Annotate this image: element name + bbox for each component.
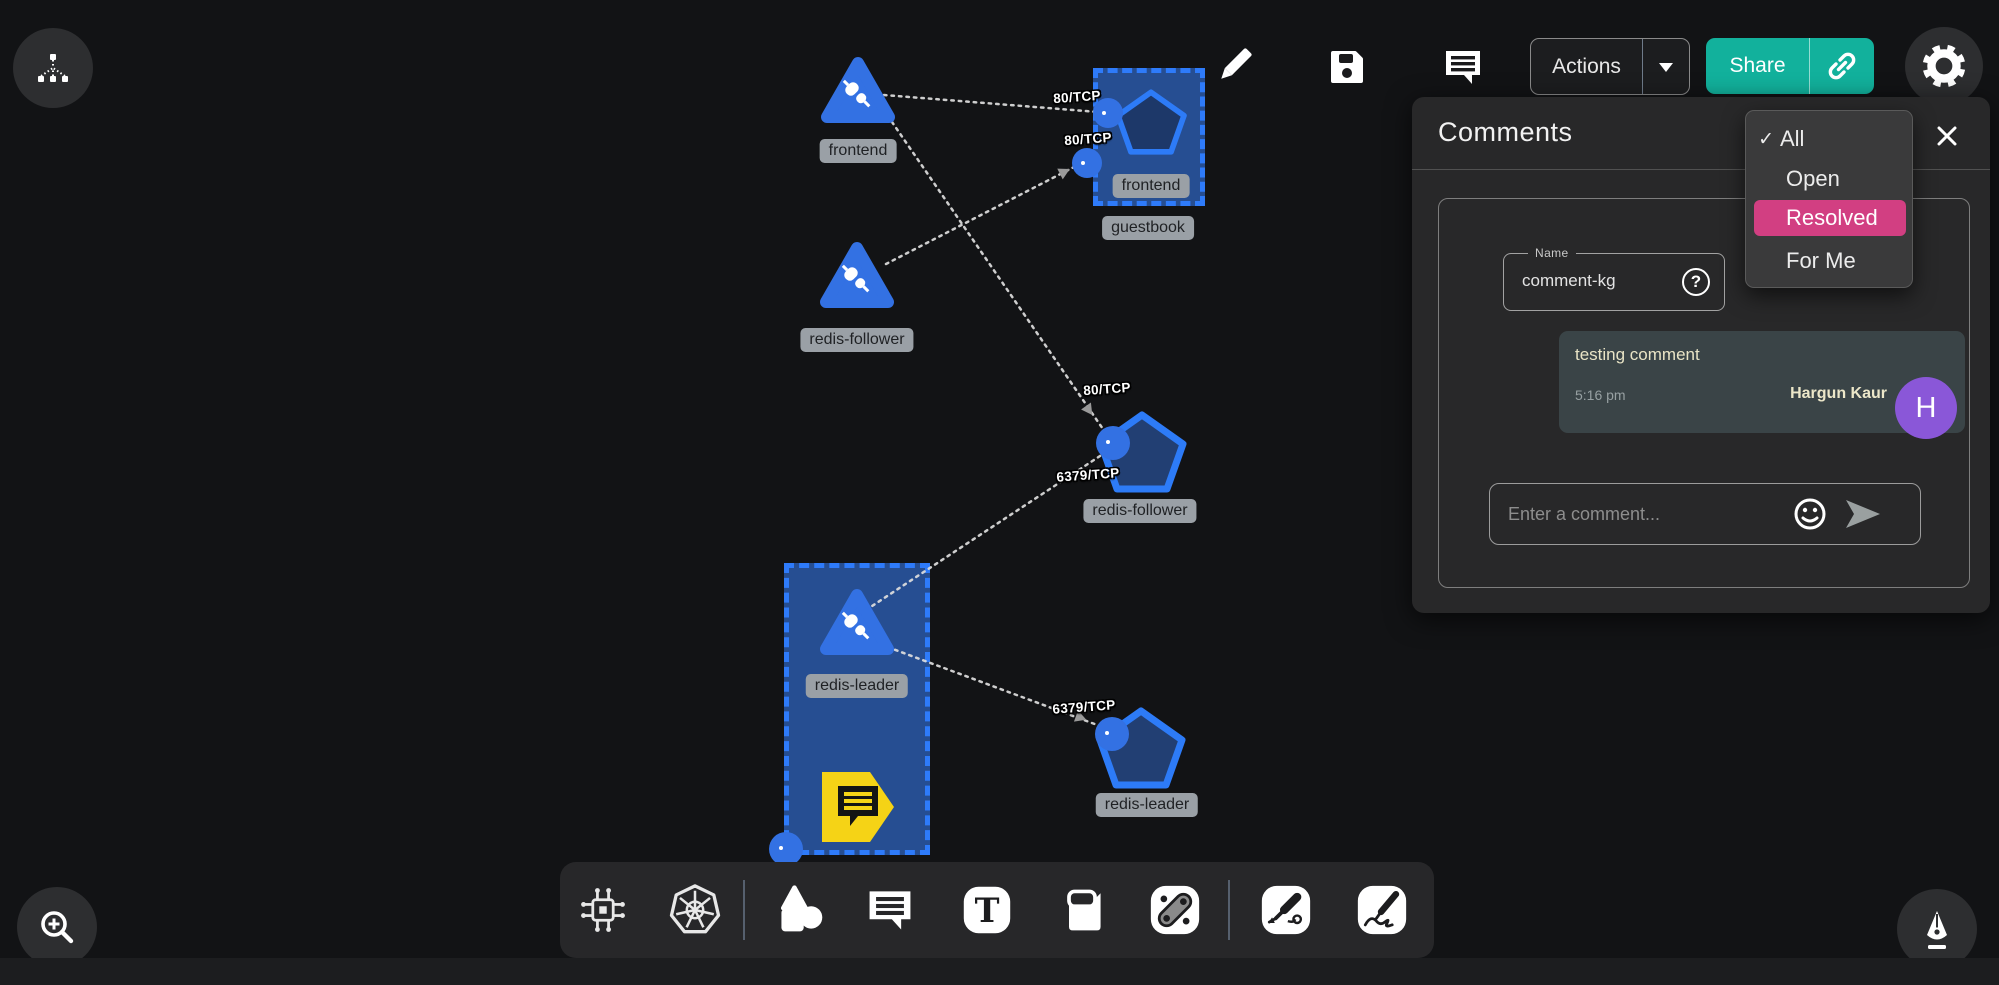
edit-button[interactable] <box>1212 44 1256 93</box>
panel-title: Comments <box>1438 117 1573 148</box>
tool-text[interactable]: T <box>959 882 1015 938</box>
check-icon: ✓ <box>1746 128 1780 151</box>
node-label: frontend <box>1113 174 1190 198</box>
name-field-label: Name <box>1528 246 1576 260</box>
sticky-note-icon <box>1056 884 1108 936</box>
comment-timestamp: 5:16 pm <box>1575 387 1626 403</box>
svg-text:T: T <box>975 891 1000 930</box>
layout-tree-button[interactable] <box>13 28 93 108</box>
comment-input[interactable] <box>1490 484 1810 544</box>
port-circle[interactable] <box>1072 148 1102 178</box>
gear-icon <box>1921 43 1967 89</box>
pen-nib-icon <box>1915 907 1959 951</box>
avatar: H <box>1895 377 1957 439</box>
menu-item-for-me[interactable]: For Me <box>1746 241 1912 281</box>
comment-marker[interactable] <box>820 768 896 851</box>
comment-icon <box>1441 45 1485 89</box>
chain-link-icon <box>1149 884 1201 936</box>
service-triangle-icon <box>819 55 897 127</box>
comment-name-field[interactable]: Name comment-kg ? <box>1503 253 1725 311</box>
kubernetes-icon <box>668 883 722 937</box>
name-field-value: comment-kg <box>1522 271 1616 291</box>
tool-kubernetes[interactable] <box>667 882 723 938</box>
chevron-down-icon <box>1658 61 1674 73</box>
pencil-icon <box>1212 44 1256 88</box>
service-triangle-icon <box>818 587 896 659</box>
zoom-button[interactable] <box>17 887 97 967</box>
node-label: redis-follower <box>1083 499 1196 523</box>
node-label: redis-follower <box>800 328 913 352</box>
help-icon[interactable]: ? <box>1682 268 1710 296</box>
menu-item-label: All <box>1780 126 1804 152</box>
share-button-label: Share <box>1706 54 1809 78</box>
tool-infrastructure[interactable] <box>575 882 631 938</box>
emoji-button[interactable] <box>1792 496 1828 537</box>
comment-tool-icon <box>864 884 916 936</box>
text-tool-icon: T <box>961 884 1013 936</box>
deployment-node-frontend[interactable] <box>1114 87 1188 162</box>
port-circle[interactable] <box>769 832 803 866</box>
tool-connector[interactable] <box>1147 882 1203 938</box>
settings-button[interactable] <box>1905 27 1983 105</box>
comment-author: Hargun Kaur <box>1790 385 1887 403</box>
close-icon <box>1935 124 1959 148</box>
service-node-frontend[interactable] <box>819 55 897 132</box>
deployment-pentagon-icon <box>1114 87 1188 157</box>
link-icon <box>1827 51 1857 81</box>
port-label: 80/TCP <box>1083 380 1132 398</box>
menu-item-label: For Me <box>1746 248 1856 274</box>
actions-button-label: Actions <box>1531 55 1642 79</box>
node-label: frontend <box>820 139 897 163</box>
service-triangle-icon <box>818 240 896 312</box>
service-node-redis-leader[interactable] <box>818 587 896 664</box>
menu-item-label: Resolved <box>1754 205 1878 231</box>
circuit-chip-icon <box>577 884 629 936</box>
toolbar-divider <box>743 880 745 940</box>
tool-pen-arrow[interactable] <box>1258 882 1314 938</box>
service-node-redis-follower[interactable] <box>818 240 896 317</box>
comment-text: testing comment <box>1575 345 1700 365</box>
zoom-in-icon <box>36 906 78 948</box>
copy-link-button[interactable] <box>1810 51 1874 81</box>
menu-item-open[interactable]: Open <box>1746 159 1912 199</box>
send-icon <box>1844 498 1882 530</box>
draw-mode-button[interactable] <box>1897 889 1977 969</box>
node-label: redis-leader <box>1096 793 1198 817</box>
comment-flag-icon <box>820 768 896 846</box>
port-circle[interactable] <box>1096 426 1130 460</box>
comment-input-container <box>1489 483 1921 545</box>
shapes-icon <box>774 884 826 936</box>
actions-caret-button[interactable] <box>1643 61 1689 73</box>
menu-item-resolved[interactable]: Resolved <box>1754 200 1906 236</box>
bottom-band <box>0 958 1999 985</box>
close-panel-button[interactable] <box>1932 121 1962 151</box>
comment-item[interactable]: testing comment 5:16 pm Hargun Kaur H <box>1559 331 1965 433</box>
tool-pencil-draw[interactable] <box>1354 882 1410 938</box>
shape-toolbar: T <box>560 862 1434 958</box>
tool-shapes[interactable] <box>772 882 828 938</box>
actions-button[interactable]: Actions <box>1530 38 1690 95</box>
save-icon <box>1327 47 1367 87</box>
port-circle[interactable] <box>1095 717 1129 751</box>
node-label: redis-leader <box>806 674 908 698</box>
send-comment-button[interactable] <box>1844 498 1882 535</box>
tool-sticky-note[interactable] <box>1054 882 1110 938</box>
menu-item-label: Open <box>1746 166 1840 192</box>
tree-icon <box>33 48 73 88</box>
pen-arrow-icon <box>1260 884 1312 936</box>
comments-filter-menu: ✓ All Open Resolved For Me <box>1745 110 1913 288</box>
pencil-scribble-icon <box>1356 884 1408 936</box>
comments-toggle-button[interactable] <box>1441 45 1485 94</box>
save-button[interactable] <box>1327 47 1367 92</box>
tool-comment[interactable] <box>862 882 918 938</box>
group-label: guestbook <box>1102 216 1194 240</box>
toolbar-divider <box>1228 880 1230 940</box>
menu-item-all[interactable]: ✓ All <box>1746 119 1912 159</box>
smiley-icon <box>1792 496 1828 532</box>
share-button[interactable]: Share <box>1706 38 1874 94</box>
canvas[interactable]: frontend redis-follower redis-leader <box>0 0 1999 985</box>
